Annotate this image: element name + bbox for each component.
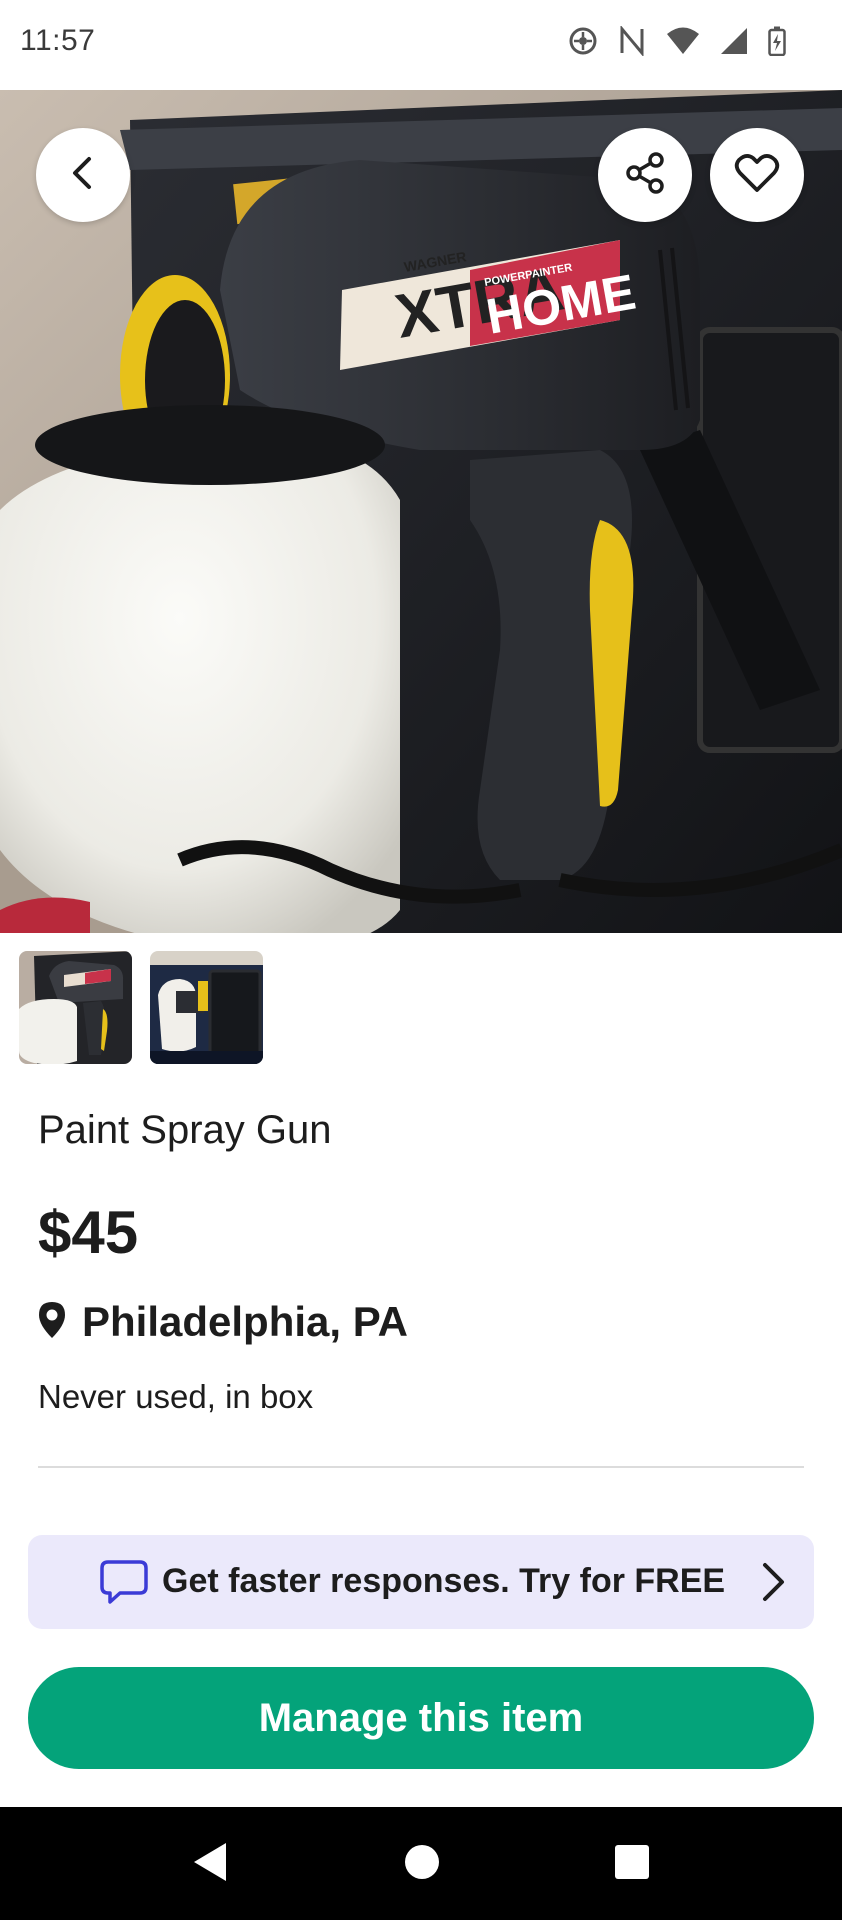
listing-title: Paint Spray Gun: [38, 1108, 332, 1152]
share-icon: [622, 150, 668, 201]
promo-text: Get faster responses. Try for FREE: [162, 1562, 726, 1600]
location-pin-icon: [38, 1301, 66, 1344]
wifi-icon: [666, 27, 700, 55]
manage-item-button[interactable]: Manage this item: [28, 1667, 814, 1769]
spray-gun-thumbnail-image: [19, 951, 132, 1064]
cell-signal-icon: [720, 27, 748, 55]
listing-location[interactable]: Philadelphia, PA: [38, 1298, 408, 1346]
nav-recents-icon[interactable]: [612, 1837, 652, 1892]
chevron-left-icon: [63, 153, 103, 198]
battery-charging-icon: [768, 26, 786, 56]
case-thumbnail-image: [150, 951, 263, 1064]
thumbnail-strip: [19, 951, 263, 1064]
share-button[interactable]: [598, 128, 692, 222]
listing-price: $45: [38, 1199, 139, 1266]
favorite-button[interactable]: [710, 128, 804, 222]
chevron-right-icon: [756, 1559, 790, 1610]
paint-spray-gun-photo: XTRA HOME WAGNER POWERPAINTER: [0, 90, 842, 933]
divider: [38, 1466, 804, 1468]
listing-description: Never used, in box: [38, 1378, 314, 1415]
nfc-icon: [618, 26, 646, 56]
promo-banner[interactable]: Get faster responses. Try for FREE: [28, 1535, 814, 1629]
status-bar: 11:57: [0, 0, 842, 90]
heart-outline-icon: [734, 152, 780, 199]
system-nav-bar: [0, 1807, 842, 1920]
location-text: Philadelphia, PA: [82, 1298, 408, 1345]
sync-icon: [568, 26, 598, 56]
status-time: 11:57: [20, 24, 96, 57]
chat-bubble-icon: [100, 1559, 148, 1610]
hero-image[interactable]: XTRA HOME WAGNER POWERPAINTER: [0, 90, 842, 933]
nav-back-icon[interactable]: [190, 1837, 230, 1892]
nav-home-icon[interactable]: [401, 1837, 443, 1892]
status-icons: [568, 26, 786, 56]
case-thumbnail[interactable]: [150, 951, 263, 1064]
back-button[interactable]: [36, 128, 130, 222]
spray-gun-thumbnail[interactable]: [19, 951, 132, 1064]
